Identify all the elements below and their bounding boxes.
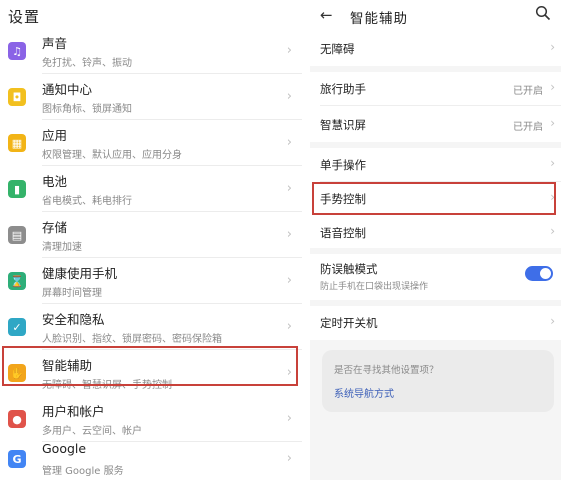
suggestion-card: 是否在寻找其他设置项？ 系统导航方式	[322, 350, 554, 412]
apps-icon: ▦	[8, 134, 26, 152]
settings-group: 旅行助手 已开启 › 智慧识屏 已开启 ›	[310, 72, 561, 142]
settings-item-subtitle: 省电模式、耗电排行	[42, 196, 132, 207]
settings-item-digital-wellbeing[interactable]: ⌛ 健康使用手机 屏幕时间管理 ›	[0, 260, 302, 304]
settings-group: 定时开关机 ›	[310, 306, 561, 340]
chevron-right-icon: ›	[550, 156, 555, 170]
settings-item-title: 通知中心	[42, 82, 93, 97]
google-icon: G	[8, 450, 26, 468]
top-bar: ← 智能辅助	[310, 0, 561, 32]
item-travel-assistant[interactable]: 旅行助手 已开启 ›	[310, 72, 561, 106]
divider	[42, 165, 302, 166]
settings-item-title: 用户和帐户	[42, 404, 105, 419]
highlight-box-gesture-control	[312, 182, 556, 215]
divider	[42, 257, 302, 258]
chevron-right-icon: ›	[286, 227, 292, 242]
settings-item-security-privacy[interactable]: ✓ 安全和隐私 人脸识别、指纹、锁屏密码、密码保险箱 ›	[0, 306, 302, 350]
battery-icon: ▮	[8, 180, 26, 198]
item-label: 单手操作	[320, 158, 366, 172]
item-label: 定时开关机	[320, 316, 378, 330]
chevron-right-icon: ›	[286, 411, 292, 426]
item-scheduled-power[interactable]: 定时开关机 ›	[310, 306, 561, 340]
search-icon[interactable]	[535, 5, 551, 21]
settings-item-apps[interactable]: ▦ 应用 权限管理、默认应用、应用分身 ›	[0, 122, 302, 166]
smart-assist-panel: ← 智能辅助 无障碍 › 旅行助手 已开启 › 智慧识屏 已开启 › 单手操作	[310, 0, 561, 480]
settings-group: 无障碍 ›	[310, 32, 561, 66]
settings-item-subtitle: 清理加速	[42, 242, 82, 253]
item-smart-screen-recognition[interactable]: 智慧识屏 已开启 ›	[310, 108, 561, 142]
settings-item-storage[interactable]: ▤ 存储 清理加速 ›	[0, 214, 302, 258]
chevron-right-icon: ›	[286, 135, 292, 150]
chevron-right-icon: ›	[550, 224, 555, 238]
item-one-handed-mode[interactable]: 单手操作 ›	[310, 148, 561, 182]
divider	[42, 73, 302, 74]
divider	[42, 211, 302, 212]
settings-item-title: 声音	[42, 36, 68, 51]
chevron-right-icon: ›	[286, 319, 292, 334]
chevron-right-icon: ›	[550, 116, 555, 130]
settings-item-sound[interactable]: ♫ 声音 免打扰、铃声、振动 ›	[0, 30, 302, 74]
toggle-knob	[540, 268, 551, 279]
settings-item-subtitle: 图标角标、锁屏通知	[42, 104, 132, 115]
page-title: 智能辅助	[350, 11, 408, 27]
settings-item-subtitle: 管理 Google 服务	[42, 466, 124, 477]
back-arrow-icon[interactable]: ←	[320, 6, 333, 24]
divider	[320, 105, 561, 106]
divider	[42, 119, 302, 120]
settings-group: 防误触模式 防止手机在口袋出现误操作	[310, 254, 561, 300]
settings-item-subtitle: 多用户、云空间、帐户	[42, 426, 142, 437]
item-label: 防误触模式	[320, 262, 378, 276]
status-value: 已开启	[513, 86, 543, 97]
settings-panel: 设置 ♫ 声音 免打扰、铃声、振动 › ◘ 通知中心 图标角标、锁屏通知 › ▦…	[0, 0, 302, 480]
highlight-box-smart-assist	[2, 346, 298, 386]
settings-item-title: Google	[42, 441, 87, 456]
settings-item-subtitle: 免打扰、铃声、振动	[42, 58, 132, 69]
item-label: 旅行助手	[320, 82, 366, 96]
divider	[42, 303, 302, 304]
speaker-icon: ♫	[8, 42, 26, 60]
settings-item-subtitle: 权限管理、默认应用、应用分身	[42, 150, 182, 161]
shield-icon: ✓	[8, 318, 26, 336]
page-title: 设置	[8, 8, 41, 26]
item-label: 无障碍	[320, 42, 355, 56]
settings-item-subtitle: 人脸识别、指纹、锁屏密码、密码保险箱	[42, 334, 222, 345]
chevron-right-icon: ›	[550, 314, 555, 328]
chevron-right-icon: ›	[550, 40, 555, 54]
item-label: 语音控制	[320, 226, 366, 240]
chevron-right-icon: ›	[286, 273, 292, 288]
settings-item-title: 存储	[42, 220, 68, 235]
settings-item-subtitle: 屏幕时间管理	[42, 288, 102, 299]
item-label: 智慧识屏	[320, 118, 366, 132]
settings-item-battery[interactable]: ▮ 电池 省电模式、耗电排行 ›	[0, 168, 302, 212]
chevron-right-icon: ›	[286, 89, 292, 104]
chevron-right-icon: ›	[286, 451, 292, 466]
settings-item-title: 电池	[42, 174, 68, 189]
suggestion-question: 是否在寻找其他设置项？	[334, 365, 439, 376]
chevron-right-icon: ›	[286, 181, 292, 196]
accidental-touch-toggle[interactable]	[525, 266, 553, 281]
settings-item-google[interactable]: G Google 管理 Google 服务 ›	[0, 438, 302, 480]
chevron-right-icon: ›	[286, 43, 292, 58]
settings-item-title: 安全和隐私	[42, 312, 105, 327]
settings-item-title: 健康使用手机	[42, 266, 118, 281]
settings-item-title: 应用	[42, 128, 68, 143]
item-voice-control[interactable]: 语音控制 ›	[310, 216, 561, 250]
system-navigation-link[interactable]: 系统导航方式	[334, 385, 394, 400]
status-value: 已开启	[513, 122, 543, 133]
settings-item-users-accounts[interactable]: ● 用户和帐户 多用户、云空间、帐户 ›	[0, 398, 302, 442]
storage-icon: ▤	[8, 226, 26, 244]
item-accessibility[interactable]: 无障碍 ›	[310, 32, 561, 66]
hourglass-icon: ⌛	[8, 272, 26, 290]
user-icon: ●	[8, 410, 26, 428]
item-accidental-touch-mode[interactable]: 防误触模式 防止手机在口袋出现误操作	[310, 254, 561, 300]
settings-item-notifications[interactable]: ◘ 通知中心 图标角标、锁屏通知 ›	[0, 76, 302, 120]
item-subtitle: 防止手机在口袋出现误操作	[320, 282, 429, 292]
bell-icon: ◘	[8, 88, 26, 106]
chevron-right-icon: ›	[550, 80, 555, 94]
